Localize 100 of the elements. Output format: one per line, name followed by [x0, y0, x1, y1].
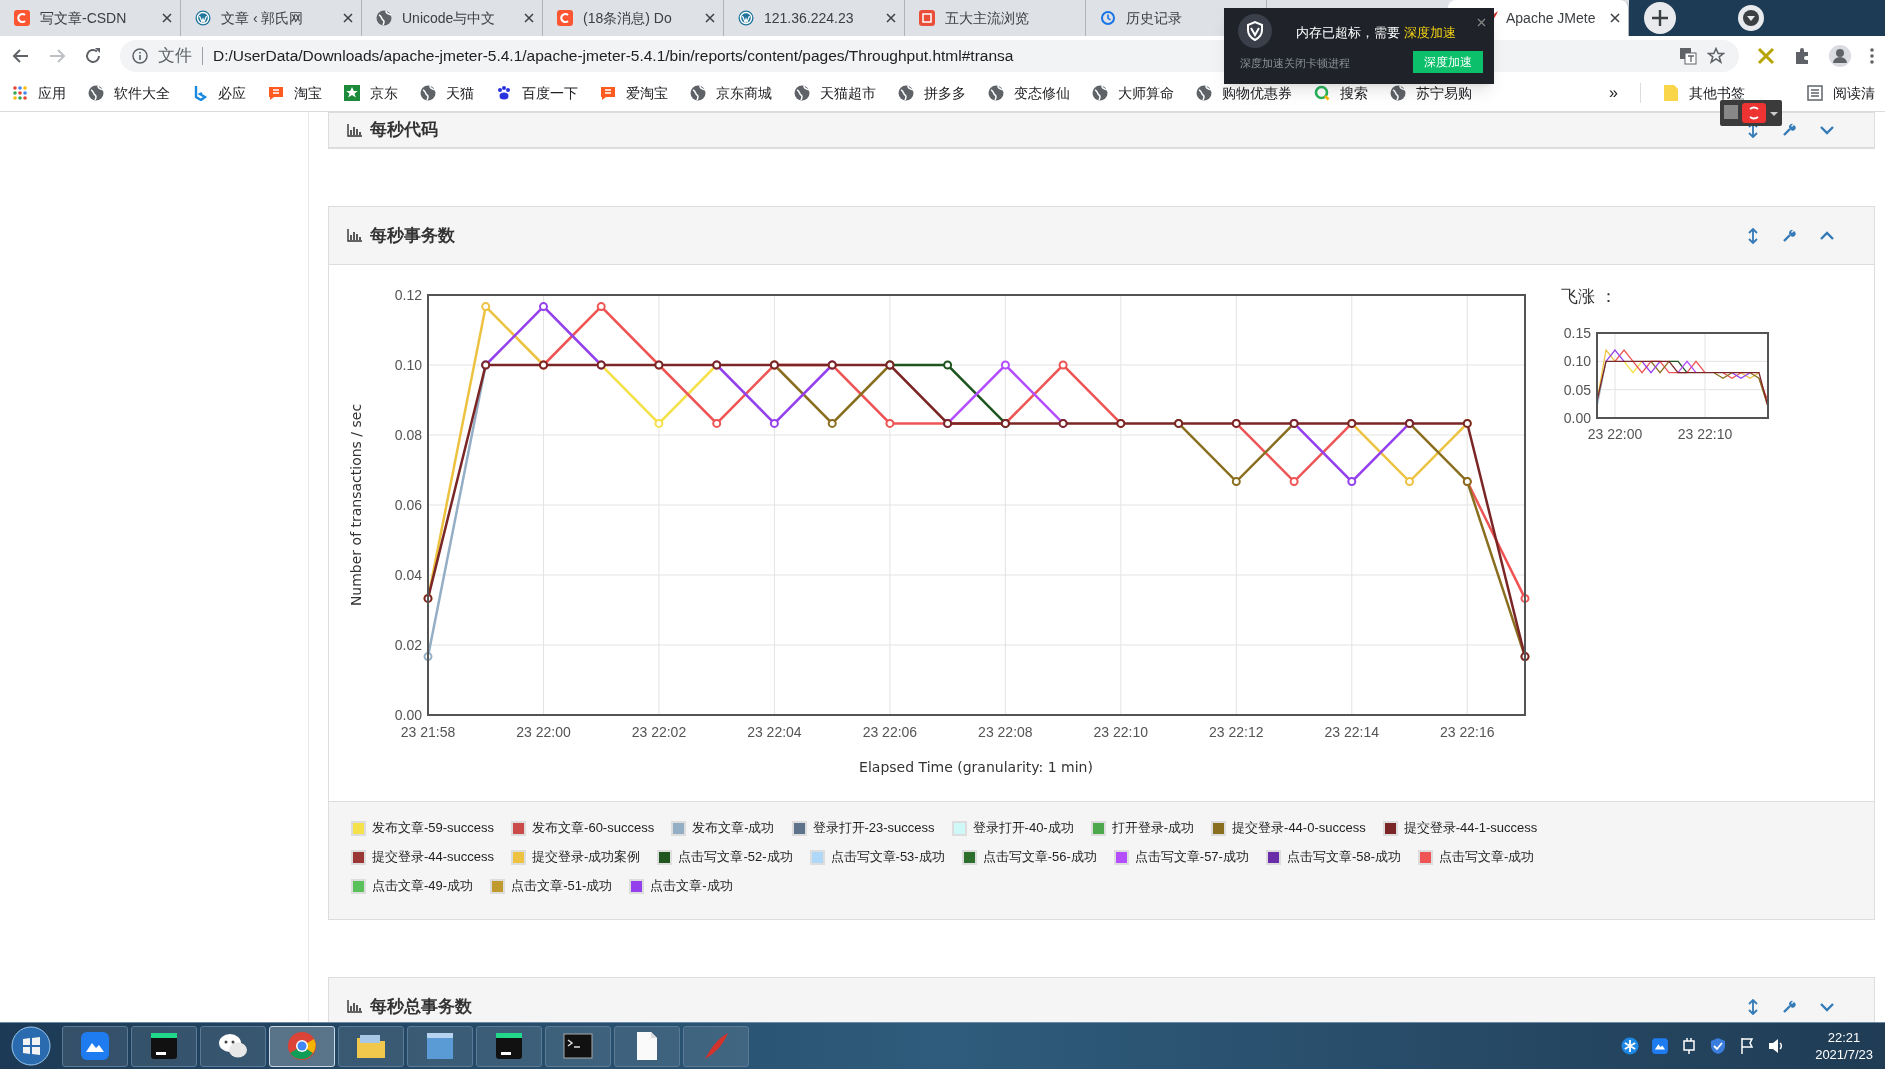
bookmark-link[interactable]: 苏宁易购 [1390, 82, 1472, 104]
plug-icon[interactable] [1681, 1037, 1698, 1055]
taskbar-button[interactable] [545, 1025, 611, 1067]
legend-label[interactable]: 点击写文章-58-成功 [1286, 847, 1402, 867]
reload-icon[interactable] [84, 46, 102, 65]
legend-label[interactable]: 提交登录-44-success [372, 847, 495, 867]
notification-detail: 深度加速关闭卡顿进程 [1240, 56, 1350, 71]
asterisk-icon[interactable] [1621, 1037, 1640, 1055]
terminal-icon [562, 1030, 594, 1062]
shield-icon[interactable] [1709, 1037, 1728, 1055]
overview-frame[interactable] [1596, 332, 1769, 419]
close-icon[interactable] [705, 13, 715, 23]
globe-icon [1196, 85, 1212, 101]
avatar-icon[interactable] [1829, 44, 1851, 67]
legend-label[interactable]: 登录打开-40-成功 [972, 818, 1074, 838]
data-point [1000, 360, 1010, 370]
dropdown-icon[interactable] [1737, 4, 1765, 32]
data-point [1289, 477, 1299, 487]
globe-icon [898, 85, 914, 101]
close-icon[interactable] [162, 13, 172, 23]
legend-label[interactable]: 点击写文章-52-成功 [678, 847, 793, 867]
legend-label[interactable]: 登录打开-23-success [812, 818, 935, 838]
legend-label[interactable]: 发布文章-60-success [532, 818, 655, 838]
menu-icon[interactable] [1869, 46, 1875, 65]
axis-tick-label: 23 22:10 [1677, 426, 1733, 442]
bookmark-link[interactable]: 变态修仙 [988, 82, 1070, 104]
taskbar-button[interactable] [338, 1025, 404, 1067]
taskbar-button[interactable] [614, 1025, 680, 1067]
wrench-icon[interactable] [1782, 999, 1796, 1014]
bookmark-link[interactable]: 淘宝 [268, 82, 322, 104]
wrench-icon[interactable] [1782, 228, 1796, 243]
chevron-down-icon[interactable] [1820, 125, 1834, 135]
chevron-down-icon[interactable] [1820, 1001, 1834, 1012]
close-icon[interactable] [886, 13, 896, 23]
wrench-icon[interactable] [1782, 123, 1796, 137]
taskbar-button[interactable] [476, 1025, 542, 1067]
taskbar-button[interactable] [131, 1025, 197, 1067]
bookmark-link[interactable]: 拼多多 [898, 82, 966, 104]
bookmark-link[interactable]: 购物优惠券 [1196, 82, 1292, 104]
axis-tick-label: 0.04 [394, 567, 422, 583]
taskbar-button[interactable] [200, 1025, 266, 1067]
bookmark-link[interactable]: 大师算命 [1092, 82, 1174, 104]
flag-icon[interactable] [1739, 1037, 1756, 1055]
overflow-button[interactable]: » [1609, 81, 1618, 105]
data-point [769, 418, 779, 428]
legend-label[interactable]: 点击文章-51-成功 [511, 876, 613, 896]
bookmark-link[interactable]: 京东商城 [690, 82, 772, 104]
bookmark-folder[interactable]: 其他书签 [1663, 82, 1745, 104]
clock[interactable]: 22:21 2021/7/23 [1815, 1029, 1873, 1063]
data-point [712, 418, 722, 428]
ime-toolbar-icon[interactable] [1720, 100, 1782, 126]
legend-label[interactable]: 发布文章-成功 [692, 818, 775, 838]
globe-icon [376, 10, 392, 26]
globe-icon [988, 85, 1004, 101]
bookmark-link[interactable]: 搜索 [1314, 82, 1368, 104]
start-orb-icon[interactable] [11, 1026, 51, 1066]
close-icon[interactable] [343, 13, 353, 23]
star-icon[interactable] [1707, 46, 1725, 65]
legend-label[interactable]: 点击写文章-57-成功 [1134, 847, 1249, 867]
cloud-app-icon[interactable] [1651, 1037, 1670, 1055]
cloud-app-icon [79, 1030, 111, 1062]
legend-label[interactable]: 打开登录-成功 [1111, 818, 1195, 838]
window-icon [424, 1030, 456, 1062]
close-icon[interactable] [1477, 18, 1486, 27]
bookmark-link[interactable]: 天猫 [420, 82, 474, 104]
new-tab-icon[interactable] [1643, 1, 1677, 35]
legend-label[interactable]: 提交登录-44-1-success [1403, 818, 1538, 838]
axis-tick-label: 0.02 [394, 637, 422, 653]
legend-label[interactable]: 点击写文章-成功 [1439, 847, 1535, 867]
bookmark-link[interactable]: 必应 [192, 82, 246, 104]
legend-label[interactable]: 点击写文章-56-成功 [982, 847, 1097, 867]
close-icon[interactable] [1610, 13, 1620, 23]
taskbar-button[interactable] [62, 1025, 128, 1067]
history-icon [1100, 10, 1116, 26]
legend-label[interactable]: 发布文章-59-success [372, 818, 495, 838]
data-point [539, 302, 548, 312]
bookmark-link[interactable]: 百度一下 [496, 82, 578, 104]
puzzle-icon[interactable] [1793, 46, 1811, 65]
axis-tick-label: 23 22:12 [1209, 724, 1264, 740]
translate-icon[interactable] [1679, 46, 1697, 65]
bookmark-link[interactable]: 京东 [344, 82, 398, 104]
legend-label[interactable]: 点击文章-49-成功 [372, 876, 474, 896]
close-icon[interactable] [524, 13, 534, 23]
legend-label[interactable]: 点击文章-成功 [650, 876, 733, 896]
logo-square-icon [14, 10, 30, 26]
taskbar-button[interactable] [407, 1025, 473, 1067]
globe-icon [1390, 85, 1406, 101]
paw-icon [496, 85, 512, 101]
bookmark-link[interactable]: 应用 [12, 82, 66, 104]
logo-square-icon [557, 10, 573, 26]
bookmark-link[interactable]: 天猫超市 [794, 82, 876, 104]
chevron-up-icon[interactable] [1820, 230, 1834, 241]
legend-label[interactable]: 提交登录-44-0-success [1232, 818, 1366, 838]
bookmark-link[interactable]: 爱淘宝 [600, 82, 668, 104]
bookmark-link[interactable]: 软件大全 [88, 82, 170, 104]
reading-list-link[interactable]: 阅读清 [1807, 82, 1875, 104]
legend-label[interactable]: 点击写文章-53-成功 [830, 847, 945, 867]
back-icon[interactable] [12, 46, 30, 65]
info-icon[interactable] [132, 47, 148, 64]
legend-label[interactable]: 提交登录-成功案例 [532, 847, 641, 867]
